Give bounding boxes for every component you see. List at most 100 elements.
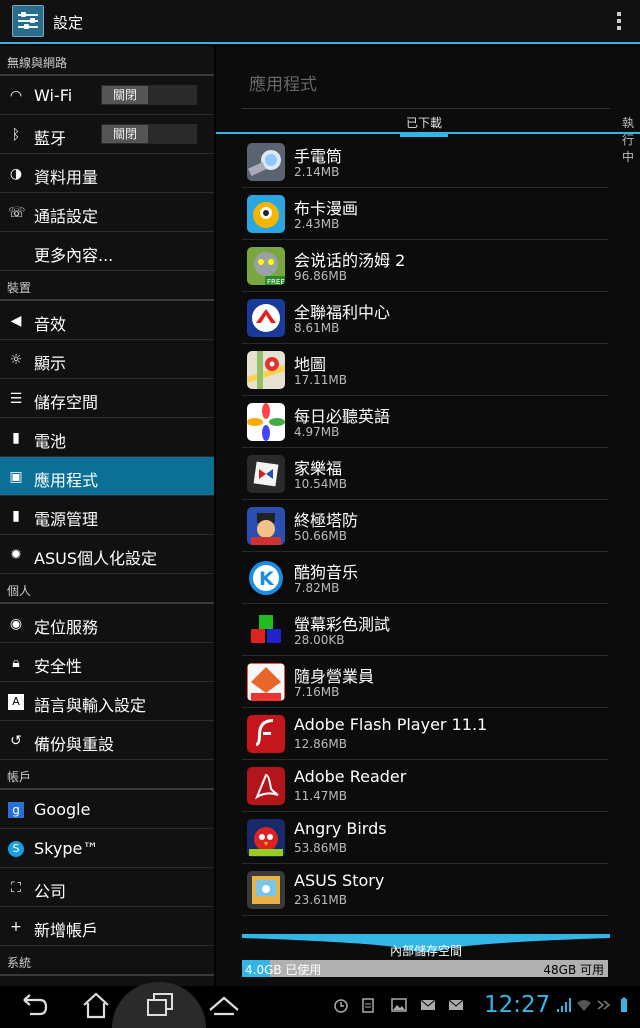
app-name: Angry Birds (294, 819, 387, 838)
app-list-item[interactable]: 布卡漫画 2.43MB (242, 188, 608, 240)
app-name: 酷狗音乐 (294, 563, 359, 582)
sidebar-item-label: 更多內容... (34, 246, 114, 265)
app-list-item[interactable]: 每日必聽英語 4.97MB (242, 396, 608, 448)
battery-status-icon (621, 997, 627, 1012)
sidebar-item[interactable]: 🔒︎ 安全性 (0, 643, 214, 682)
sidebar-item-label: ASUS個人化設定 (34, 549, 157, 568)
wifi-icon: ◠ (9, 88, 23, 104)
app-list-item[interactable]: ASUS Story 23.61MB (242, 864, 608, 916)
app-name: 手電筒 (294, 147, 343, 166)
lock-icon: 🔒︎ (12, 655, 20, 671)
tab-divider (216, 132, 640, 134)
back-icon[interactable] (16, 990, 52, 1020)
image-icon (391, 998, 407, 1012)
app-list-item[interactable]: 螢幕彩色測試 28.00KB (242, 604, 608, 656)
app-name: 每日必聽英語 (294, 407, 391, 426)
power-icon: ▮ (12, 508, 20, 524)
app-list-item[interactable]: 家樂福 10.54MB (242, 448, 608, 500)
sidebar-item-label: 新增帳戶 (34, 921, 99, 940)
svg-text:FREE: FREE (267, 278, 285, 285)
sidebar-item[interactable]: ◑ 資料用量 (0, 154, 214, 193)
app-size: 8.61MB (294, 321, 340, 335)
section-header-label: 帳戶 (7, 770, 32, 784)
sidebar-item[interactable]: ◀ 音效 (0, 301, 214, 340)
storage-used-text: 4.0GB 已使用 (245, 963, 322, 977)
app-list-item[interactable]: Angry Birds 53.86MB (242, 812, 608, 864)
talking-tom-icon: FREE (247, 247, 285, 285)
app-list-item[interactable]: 手電筒 2.14MB (242, 136, 608, 188)
storage-icon: ☰ (9, 391, 23, 407)
sidebar-item[interactable]: ✹ ASUS個人化設定 (0, 535, 214, 574)
sidebar-item-label: Google (34, 800, 91, 819)
sidebar-item[interactable]: ◉ 定位服務 (0, 604, 214, 643)
storage-label: 內部儲存空間 (389, 944, 462, 958)
app-name: 隨身營業員 (294, 667, 375, 686)
sidebar-item[interactable]: ◠ Wi-Fi 關閉 (0, 76, 214, 115)
app-list-item[interactable]: FREE 会说话的汤姆 2 96.86MB (242, 240, 608, 292)
sidebar-item-label: 顯示 (34, 354, 67, 373)
clipboard-icon (362, 998, 374, 1013)
menu-up-icon[interactable] (206, 990, 242, 1020)
app-name: Adobe Reader (294, 767, 407, 786)
sidebar-item-label: 音效 (34, 315, 67, 334)
section-header-label: 無線與網路 (7, 56, 68, 70)
sidebar-item-label: 儲存空間 (34, 393, 99, 412)
app-list-item[interactable]: 地圖 17.11MB (242, 344, 608, 396)
pxmart-icon (247, 299, 285, 337)
app-size: 7.16MB (294, 685, 340, 699)
signal-icon (557, 998, 571, 1012)
app-size: 7.82MB (294, 581, 340, 595)
recent-apps-icon[interactable] (142, 990, 178, 1020)
storage-free-text: 48GB 可用 (543, 963, 604, 977)
panel-title: 應用程式 (249, 75, 317, 95)
app-list-item[interactable]: 全聯福利中心 8.61MB (242, 292, 608, 344)
sidebar-item[interactable]: A 語言與輸入設定 (0, 682, 214, 721)
sidebar-item-label: Wi-Fi (34, 86, 73, 105)
tab-running[interactable]: 執行中 (622, 114, 634, 165)
app-list-item[interactable]: 隨身營業員 7.16MB (242, 656, 608, 708)
section-header: 系統 (0, 946, 214, 976)
sidebar-item[interactable]: ▣ 應用程式 (0, 457, 214, 496)
storage-indicator: 內部儲存空間 4.0GB 已使用 48GB 可用 (242, 934, 610, 977)
sidebar-item[interactable]: ⛶ 公司 (0, 868, 214, 907)
sidebar-item-label: 應用程式 (34, 471, 99, 490)
sidebar-item[interactable]: g Google (0, 790, 214, 829)
app-size: 28.00KB (294, 633, 345, 647)
sidebar-item[interactable]: ▮ 電池 (0, 418, 214, 457)
gear-icon: ✹ (10, 547, 22, 563)
overflow-menu-icon[interactable] (616, 12, 622, 32)
sidebar-item[interactable]: ☼ 顯示 (0, 340, 214, 379)
toggle-label: 關閉 (102, 125, 148, 143)
location-icon: ◉ (9, 616, 23, 632)
toggle-switch[interactable]: 關閉 (101, 85, 197, 105)
status-clock: 12:27 (484, 992, 551, 1018)
tab-downloaded[interactable]: 已下載 (399, 114, 449, 137)
sidebar-item-label: 資料用量 (34, 168, 99, 187)
sidebar-item[interactable]: 更多內容... (0, 232, 214, 271)
sidebar-item[interactable]: ▮ 電源管理 (0, 496, 214, 535)
home-icon[interactable] (78, 990, 114, 1020)
app-name: 全聯福利中心 (294, 303, 391, 322)
sidebar-item[interactable]: + 新增帳戶 (0, 907, 214, 946)
sidebar-item[interactable]: ☏ 通話設定 (0, 193, 214, 232)
settings-app-icon[interactable] (12, 5, 44, 37)
app-list-item[interactable]: Adobe Flash Player 11.1 12.86MB (242, 708, 608, 760)
wifi-status-icon (577, 1000, 591, 1011)
sidebar-item[interactable]: ᛒ 藍牙 關閉 (0, 115, 214, 154)
toggle-switch[interactable]: 關閉 (101, 124, 197, 144)
color-test-icon (247, 611, 285, 649)
flash-icon (247, 715, 285, 753)
app-size: 96.86MB (294, 269, 347, 283)
app-list-item[interactable]: Adobe Reader 11.47MB (242, 760, 608, 812)
app-list-item[interactable]: 終極塔防 50.66MB (242, 500, 608, 552)
app-name: 螢幕彩色測試 (294, 615, 391, 634)
app-name: ASUS Story (294, 871, 385, 890)
sidebar-item[interactable]: ☰ 儲存空間 (0, 379, 214, 418)
app-list-item[interactable]: K 酷狗音乐 7.82MB (242, 552, 608, 604)
sidebar-item[interactable]: S Skype™ (0, 829, 214, 868)
app-name: 布卡漫画 (294, 199, 359, 218)
apps-icon: ▣ (9, 469, 23, 485)
app-list[interactable]: 手電筒 2.14MB 布卡漫画 2.43MB FREE 会说话的汤姆 2 96.86MB 全聯… (242, 136, 608, 916)
sidebar-item[interactable]: ↺ 備份與重設 (0, 721, 214, 760)
apps-panel: 應用程式 已下載 執行中 手電筒 2.14MB 布卡漫画 2.43MB FREE 会说话的… (216, 46, 640, 986)
